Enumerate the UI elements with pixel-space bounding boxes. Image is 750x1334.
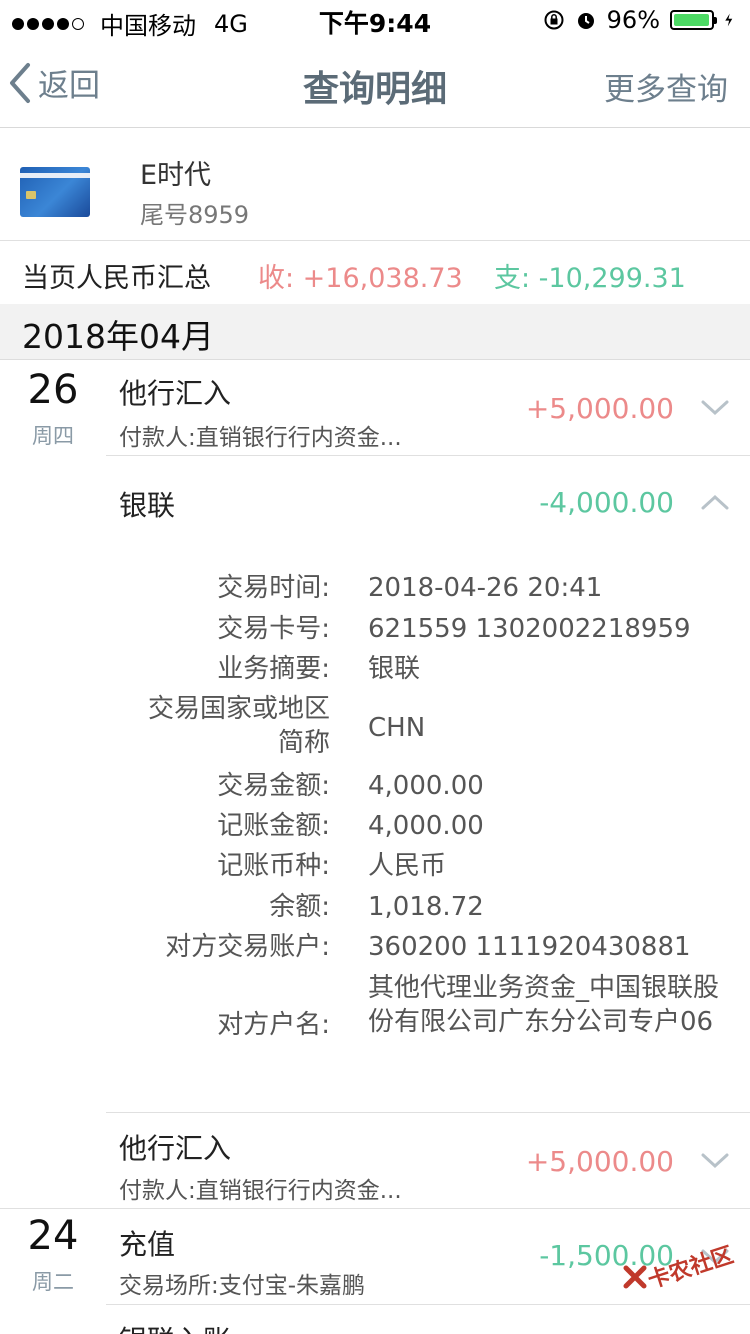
bank-card-icon	[20, 167, 90, 217]
detail-value: 其他代理业务资金_中国银联股份有限公司广东分公司专户06	[368, 973, 720, 1037]
detail-label: 交易卡号:	[217, 614, 330, 644]
detail-value: 人民币	[368, 851, 447, 881]
alarm-icon	[577, 13, 594, 29]
transaction-amount: +5,000.00	[525, 1145, 674, 1178]
day-weekday: 周四	[32, 424, 74, 448]
detail-value: 621559 1302002218959	[368, 614, 691, 644]
transaction-row[interactable]: 他行汇入 付款人:直销银行行内资金... +5,000.00	[106, 1113, 750, 1208]
transaction-subtitle: 付款人:直销银行行内资金...	[119, 425, 402, 451]
chevron-down-icon[interactable]	[700, 398, 730, 418]
transaction-row[interactable]: 他行汇入 付款人:直销银行行内资金... +5,000.00	[106, 360, 750, 455]
day-number: 26	[27, 367, 79, 413]
nav-bar: 返回 查询明细 更多查询	[0, 40, 750, 128]
detail-label: 对方交易账户:	[165, 932, 330, 962]
transaction-amount: +5,000.00	[525, 392, 674, 425]
detail-label: 交易金额:	[217, 771, 330, 801]
battery-icon	[670, 10, 717, 30]
detail-value: CHN	[368, 713, 426, 743]
transaction-subtitle: 付款人:直销银行行内资金...	[119, 1178, 402, 1204]
month-label: 2018年04月	[22, 317, 214, 356]
lightning-icon	[725, 13, 733, 27]
detail-label: 业务摘要:	[217, 654, 330, 684]
summary-label: 当页人民币汇总	[22, 263, 211, 294]
status-bar: 中国移动 4G 下午9:44 96%	[0, 0, 750, 40]
card-tail-number: 尾号8959	[140, 201, 250, 229]
detail-value: 360200 1111920430881	[368, 932, 691, 962]
battery-percent: 96%	[606, 6, 660, 34]
transaction-title: 充值	[119, 1228, 176, 1261]
detail-label: 余额:	[269, 892, 330, 922]
watermark: 卡农社区	[622, 1240, 742, 1310]
summary-income: 收: +16,038.73	[258, 263, 463, 294]
transaction-title: 他行汇入	[119, 377, 232, 410]
detail-value: 银联	[368, 654, 421, 684]
chevron-up-icon[interactable]	[700, 492, 730, 512]
detail-label: 交易国家或地区简称	[147, 694, 330, 758]
transaction-title: 他行汇入	[119, 1132, 232, 1165]
status-right: 96%	[543, 6, 738, 34]
card-header[interactable]: E时代 尾号8959	[0, 129, 750, 241]
more-query-button[interactable]: 更多查询	[604, 64, 728, 109]
day-group-label: 24 周二	[0, 1212, 106, 1296]
detail-value: 4,000.00	[368, 771, 484, 801]
transaction-title: 银联	[119, 489, 176, 522]
summary-expense: 支: -10,299.31	[494, 263, 686, 294]
transaction-title: 银联入账	[119, 1319, 231, 1334]
detail-label: 记账币种:	[217, 851, 330, 881]
month-header: 2018年04月	[0, 304, 750, 360]
transaction-amount: -4,000.00	[539, 486, 674, 519]
day-number: 24	[27, 1213, 79, 1259]
watermark-text: 卡农社区	[645, 1242, 737, 1294]
transaction-row[interactable]: 银联 -4,000.00	[106, 456, 750, 546]
transaction-subtitle: 交易场所:支付宝-朱嘉鹏	[119, 1273, 366, 1299]
page-summary: 当页人民币汇总 收: +16,038.73 支: -10,299.31	[0, 242, 750, 304]
detail-value: 4,000.00	[368, 811, 484, 841]
day-weekday: 周二	[32, 1270, 74, 1294]
chevron-down-icon[interactable]	[700, 1151, 730, 1171]
detail-label: 交易时间:	[217, 573, 330, 603]
day-group-label: 26 周四	[0, 366, 106, 450]
detail-value: 2018-04-26 20:41	[368, 573, 603, 603]
detail-label: 记账金额:	[217, 811, 330, 841]
card-name: E时代	[140, 160, 212, 191]
detail-value: 1,018.72	[368, 892, 484, 922]
detail-label: 对方户名:	[217, 1010, 330, 1040]
lock-rotation-icon	[544, 10, 564, 30]
